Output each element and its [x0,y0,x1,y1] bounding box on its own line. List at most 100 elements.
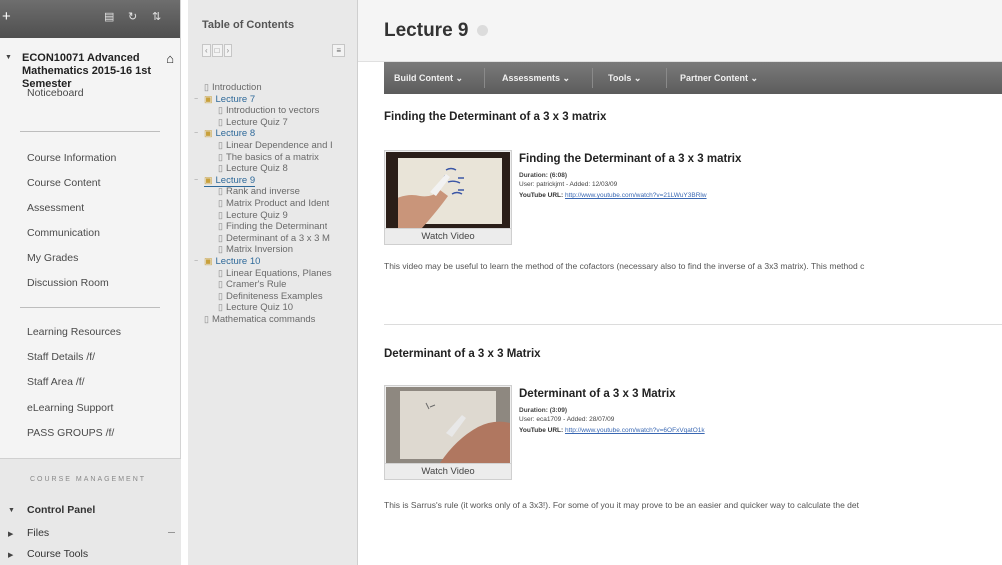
toc-page[interactable]: ▯ Lecture Quiz 7 [218,117,288,128]
toc-item-label: Lecture 10 [215,256,261,267]
course-tools-link[interactable]: Course Tools [27,548,88,560]
page-icon: ▯ [218,140,223,150]
toc-collapse-icon[interactable]: − [194,177,198,184]
toc-folder[interactable]: ▣ Lecture 10 [204,256,260,267]
item-heading[interactable]: Determinant of a 3 x 3 Matrix [384,348,541,360]
video-url-line: YouTube URL: http://www.youtube.com/watc… [519,427,705,434]
page-icon: ▯ [218,209,223,220]
page-icon: ▯ [204,314,209,324]
course-management-panel: COURSE MANAGEMENT ▼ Control Panel ▶ File… [0,458,181,565]
toc-page[interactable]: ▯ Definiteness Examples [218,291,323,302]
toc-item-label: Lecture 7 [215,93,256,105]
toc-item-label: Lecture Quiz 7 [225,116,288,128]
course-menu-toolbar: + ▤ ↻ ⇅ [0,0,180,38]
toc-page[interactable]: ▯ Lecture Quiz 10 [218,302,293,313]
reorder-icon[interactable]: ⇅ [152,10,161,23]
sidebar-item-pass-groups[interactable]: PASS GROUPS /f/ [27,427,114,439]
action-separator [484,68,485,88]
toc-page[interactable]: ▯ Matrix Product and Ident [218,198,329,209]
expand-arrow-icon[interactable]: ▶ [8,551,13,559]
video-thumbnail[interactable]: Watch Video [384,150,512,245]
toc-page[interactable]: ▯ Introduction to vectors [218,105,319,116]
page-icon: ▯ [218,279,223,290]
video-preview-image [386,152,510,228]
toc-page[interactable]: ▯ Linear Dependence and I [218,140,333,151]
sidebar-item-course-information[interactable]: Course Information [27,152,116,164]
refresh-icon[interactable]: ↻ [128,10,137,23]
item-description: This video may be useful to learn the me… [384,261,865,271]
watch-video-button[interactable]: Watch Video [385,463,511,479]
video-url-link[interactable]: http://www.youtube.com/watch?v=21LWuY3BR… [565,192,707,199]
sidebar-item-my-grades[interactable]: My Grades [27,252,78,264]
toc-page[interactable]: ▯ Rank and inverse [218,186,300,197]
toc-page[interactable]: ▯ Introduction [204,82,262,93]
toc-page[interactable]: ▯ The basics of a matrix [218,152,319,163]
video-preview-image [386,387,510,463]
duration-value: (3:09) [549,407,568,414]
sidebar-item-assessment[interactable]: Assessment [27,202,84,214]
assessments-button[interactable]: Assessments ⌄ [502,73,570,84]
course-title-block[interactable]: ▼ ECON10071 Advanced Mathematics 2015-16… [0,38,180,118]
video-title[interactable]: Determinant of a 3 x 3 Matrix [519,388,676,400]
toc-page[interactable]: ▯ Matrix Inversion [218,244,293,255]
video-url-line: YouTube URL: http://www.youtube.com/watc… [519,192,707,199]
sidebar-item-noticeboard[interactable]: Noticeboard [27,87,84,99]
page-icon: ▯ [218,116,223,127]
build-content-label: Build Content [394,73,453,83]
collapse-arrow-icon[interactable]: ▼ [5,54,12,61]
toc-folder[interactable]: ▣ Lecture 7 [204,94,255,105]
toc-page[interactable]: ▯ Lecture Quiz 8 [218,163,288,174]
toc-page[interactable]: ▯ Linear Equations, Planes [218,268,332,279]
toc-collapse-icon[interactable]: − [194,130,198,137]
toc-expand-icon[interactable]: □ [211,44,223,57]
assessments-label: Assessments [502,73,561,83]
page-options-icon[interactable] [477,25,488,36]
sidebar-item-staff-details[interactable]: Staff Details /f/ [27,351,95,363]
home-icon[interactable]: ⌂ [166,51,174,66]
toc-collapse-icon[interactable]: − [194,96,198,103]
toc-page[interactable]: ▯ Determinant of a 3 x 3 M [218,233,330,244]
expand-arrow-icon[interactable]: ▼ [8,507,15,514]
video-title[interactable]: Finding the Determinant of a 3 x 3 matri… [519,153,741,165]
toc-close-icon[interactable]: ≡ [332,44,345,57]
folder-icon: ▣ [204,93,213,104]
files-menu-icon[interactable]: — [168,529,175,536]
toc-page[interactable]: ▯ Lecture Quiz 9 [218,210,288,221]
page-icon: ▯ [218,105,223,116]
files-link[interactable]: Files [27,527,49,539]
toc-next-icon[interactable]: › [223,44,233,57]
sidebar-item-learning-resources[interactable]: Learning Resources [27,326,121,338]
toc-page[interactable]: ▯ Cramer's Rule [218,279,286,290]
item-heading[interactable]: Finding the Determinant of a 3 x 3 matri… [384,111,606,123]
watch-video-button[interactable]: Watch Video [385,228,511,244]
page-icon: ▯ [218,267,223,278]
toc-page[interactable]: ▯ Finding the Determinant [218,221,327,232]
video-url-link[interactable]: http://www.youtube.com/watch?v=6OFxVqatO… [565,427,705,434]
expand-arrow-icon[interactable]: ▶ [8,530,13,538]
video-thumbnail[interactable]: Watch Video [384,385,512,480]
toc-page[interactable]: ▯ Mathematica commands [204,314,315,325]
course-title[interactable]: ECON10071 Advanced Mathematics 2015-16 1… [22,52,158,91]
content-item: Finding the Determinant of a 3 x 3 matri… [384,94,1002,325]
sidebar-item-communication[interactable]: Communication [27,227,100,239]
toc-collapse-icon[interactable]: − [194,258,198,265]
add-menu-item-icon[interactable]: + [2,8,11,25]
action-separator [592,68,593,88]
course-management-header: COURSE MANAGEMENT [30,476,147,483]
toc-first-icon[interactable]: ‹ [202,44,211,57]
page-icon: ▯ [218,302,223,313]
tools-button[interactable]: Tools ⌄ [608,73,641,84]
item-description: This is Sarrus's rule (it works only of … [384,500,859,510]
toc-folder[interactable]: ▣ Lecture 9 [204,175,256,187]
folder-icon: ▣ [204,256,213,266]
sidebar-item-elearning-support[interactable]: eLearning Support [27,402,113,414]
sidebar-item-staff-area[interactable]: Staff Area /f/ [27,376,85,388]
control-panel-link[interactable]: Control Panel [27,504,95,516]
folder-view-icon[interactable]: ▤ [104,10,114,23]
build-content-button[interactable]: Build Content ⌄ [394,73,463,84]
partner-content-button[interactable]: Partner Content ⌄ [680,73,758,84]
toc-folder[interactable]: ▣ Lecture 8 [204,128,255,139]
sidebar-item-course-content[interactable]: Course Content [27,177,101,189]
toc-item-label: Linear Equations, Planes [225,267,332,279]
sidebar-item-discussion-room[interactable]: Discussion Room [27,277,109,289]
